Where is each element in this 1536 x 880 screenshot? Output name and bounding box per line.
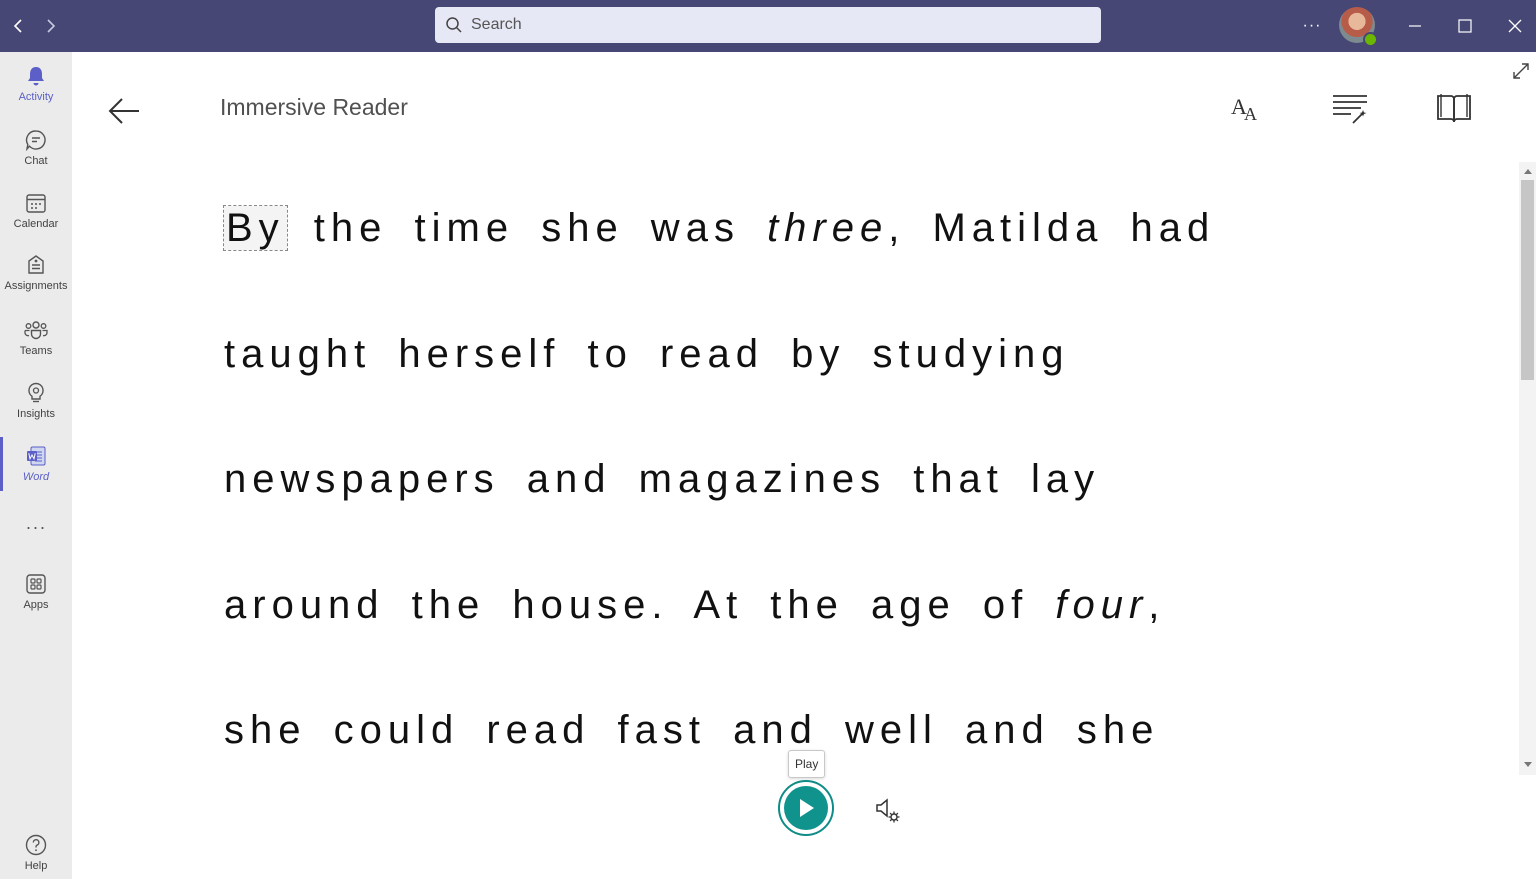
italic-word: four <box>1055 582 1149 627</box>
rail-label-apps: Apps <box>23 598 49 611</box>
search-icon <box>446 17 462 33</box>
text-line: By the time she was three, Matilda had <box>223 196 1216 322</box>
text-line: newspapers and magazines that lay <box>224 457 1101 501</box>
rail-label-word: Word <box>22 470 50 483</box>
rail-item-assignments[interactable]: Assignments <box>0 241 72 303</box>
text-segment: , Matilda had <box>888 206 1216 250</box>
maximize-icon <box>1458 19 1472 33</box>
title-bar: ··· <box>0 0 1536 52</box>
text-size-icon: AA <box>1231 94 1257 123</box>
more-icon: ··· <box>25 516 47 537</box>
rail-item-chat[interactable]: Chat <box>0 116 72 178</box>
text-line: she could read fast and well and she <box>224 708 1160 752</box>
rail-label-activity: Activity <box>18 90 54 103</box>
close-icon <box>1508 19 1522 33</box>
play-button-circle <box>784 786 828 830</box>
rail-item-calendar[interactable]: Calendar <box>0 179 72 241</box>
expand-button[interactable] <box>1509 59 1533 83</box>
voice-settings-button[interactable] <box>872 794 904 826</box>
search-box[interactable] <box>435 7 1101 43</box>
text-line: around the house. At the age of four, <box>224 573 1215 699</box>
text-preferences-button[interactable]: AA <box>1227 88 1267 128</box>
back-nav-button[interactable] <box>6 12 30 40</box>
text-segment: , <box>1148 582 1166 627</box>
maximize-button[interactable] <box>1449 10 1481 42</box>
lightbulb-icon <box>28 382 44 402</box>
scroll-up-button[interactable] <box>1519 163 1536 179</box>
rail-label-calendar: Calendar <box>13 217 59 230</box>
minimize-button[interactable] <box>1399 10 1431 42</box>
search-input[interactable] <box>469 15 1073 35</box>
chat-icon <box>25 129 46 151</box>
reading-preferences-button[interactable] <box>1434 88 1474 128</box>
scroll-down-button[interactable] <box>1519 757 1536 773</box>
help-icon <box>25 834 47 855</box>
rail-item-insights[interactable]: Insights <box>0 369 72 431</box>
chevron-right-icon <box>47 19 56 33</box>
forward-nav-button[interactable] <box>39 12 63 40</box>
close-window-button[interactable] <box>1499 10 1531 42</box>
play-button[interactable] <box>778 780 834 836</box>
rail-more-button[interactable]: ··· <box>0 496 72 558</box>
bell-icon <box>28 66 44 85</box>
rail-label-help: Help <box>24 859 48 872</box>
apps-icon <box>26 573 46 594</box>
scrollbar-thumb[interactable] <box>1521 180 1534 380</box>
rail-label-insights: Insights <box>17 407 55 420</box>
play-tooltip: Play <box>788 750 826 778</box>
italic-word: three <box>767 206 889 250</box>
grammar-options-button[interactable] <box>1330 88 1370 128</box>
arrow-left-icon <box>108 98 139 124</box>
caret-up-icon <box>1523 169 1532 174</box>
rail-item-word[interactable]: Word <box>0 432 72 494</box>
play-icon <box>800 799 814 817</box>
text-line: taught herself to read by studying <box>224 331 1070 376</box>
reading-content: By the time she was three, Matilda had t… <box>223 196 1216 824</box>
rail-label-chat: Chat <box>24 154 48 167</box>
chevron-left-icon <box>13 19 22 33</box>
rail-label-assignments: Assignments <box>4 279 68 292</box>
voice-settings-icon <box>876 798 900 823</box>
teams-icon <box>24 320 48 339</box>
grammar-options-icon <box>1333 95 1367 124</box>
book-icon <box>1437 94 1471 123</box>
presence-status-icon <box>1363 32 1378 47</box>
back-button[interactable] <box>105 94 143 128</box>
svg-text:A: A <box>1244 104 1257 123</box>
caret-down-icon <box>1523 762 1532 767</box>
assignments-icon <box>28 254 44 274</box>
rail-item-teams[interactable]: Teams <box>0 306 72 368</box>
minimize-icon <box>1409 25 1421 27</box>
word-icon <box>27 446 46 465</box>
calendar-icon <box>26 193 46 213</box>
rail-item-apps[interactable]: Apps <box>0 560 72 622</box>
more-icon: ··· <box>1302 17 1322 34</box>
rail-item-activity[interactable]: Activity <box>0 52 72 114</box>
more-options-button[interactable]: ··· <box>1296 10 1328 42</box>
rail-item-help[interactable]: Help <box>0 824 72 880</box>
page-title: Immersive Reader <box>220 94 408 120</box>
text-segment: the time she was <box>286 206 768 250</box>
rail-label-teams: Teams <box>19 344 53 357</box>
text-segment: around the house. At the age of <box>224 582 1056 627</box>
expand-icon <box>1513 63 1529 79</box>
current-word[interactable]: By <box>223 205 288 251</box>
